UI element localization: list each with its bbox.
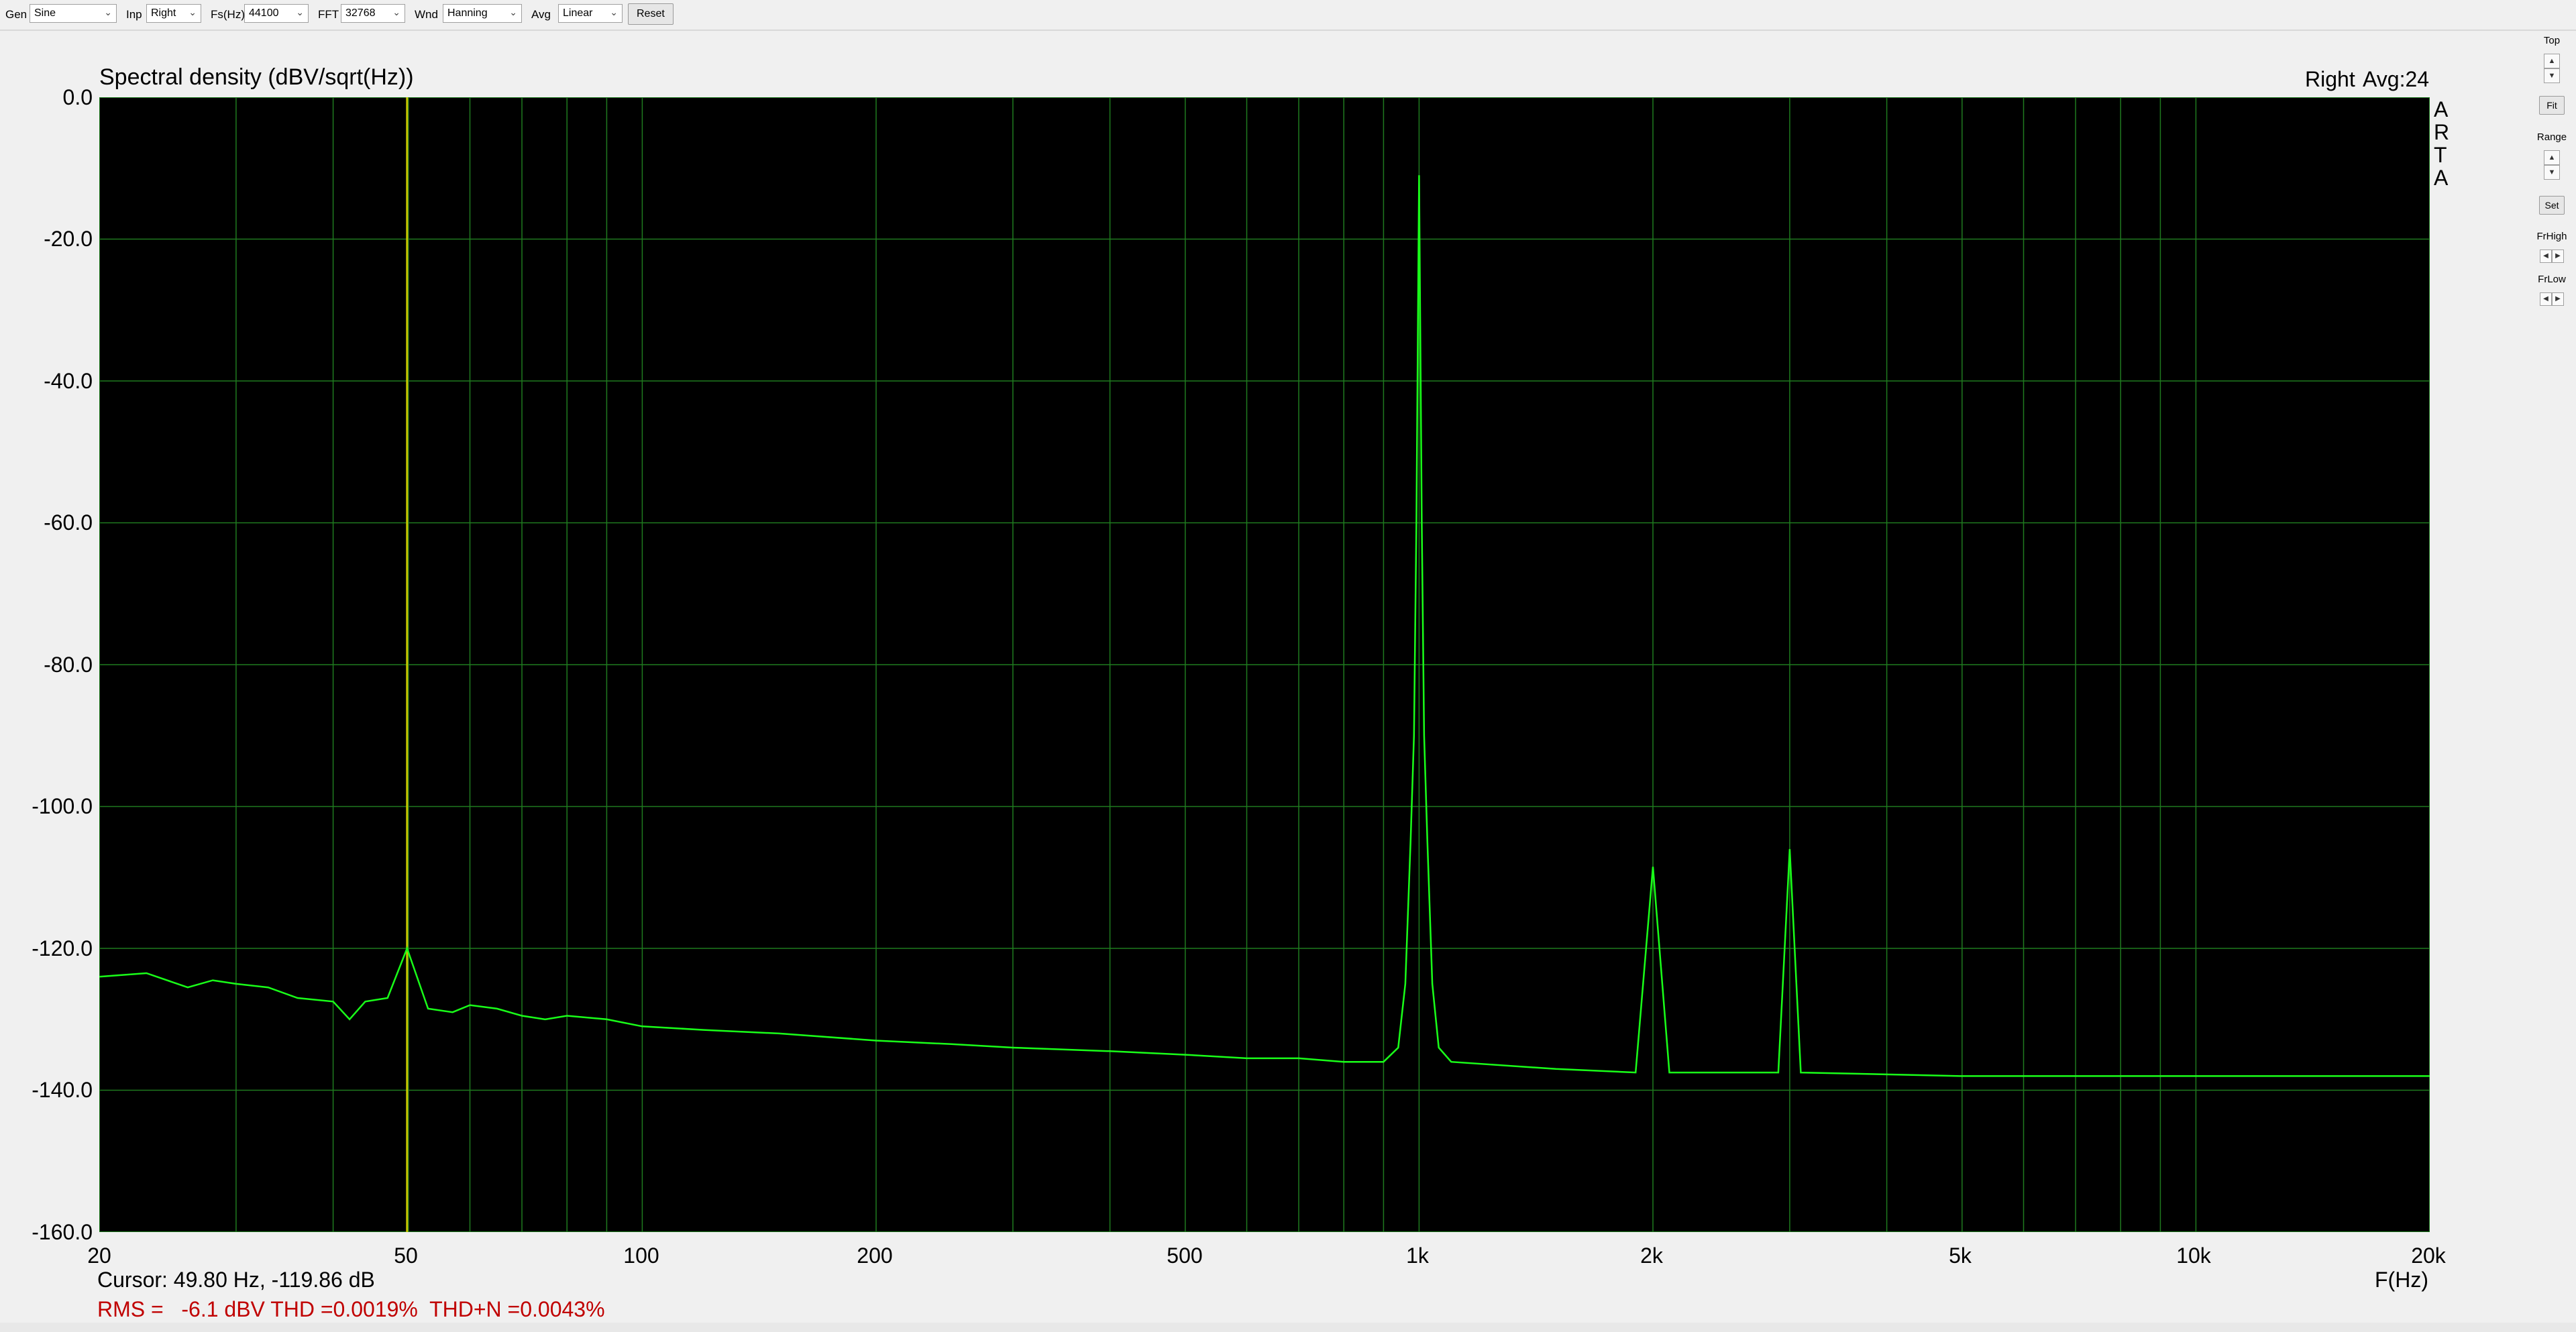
frlow-left-icon[interactable]: ◀ (2540, 292, 2552, 306)
fft-label: FFT (318, 8, 339, 21)
y-tick-label: 0.0 (62, 85, 93, 109)
y-tick-label: -120.0 (32, 936, 93, 960)
toolbar: Gen Sine ⌄ Inp Right ⌄ Fs(Hz) 44100 ⌄ FFT 3… (0, 0, 2576, 31)
gen-select-value: Sine (34, 7, 56, 19)
x-tick-label: 2k (1640, 1243, 1663, 1268)
x-axis-label: F(Hz) (2375, 1268, 2428, 1292)
wnd-select-value: Hanning (447, 7, 488, 19)
x-tick-label: 5k (1949, 1243, 1972, 1268)
right-panel: Top ▲ ▼ Fit Range ▲ ▼ Set FrHigh ◀ ▶ FrL… (2528, 30, 2576, 1304)
fs-label: Fs(Hz) (211, 8, 245, 21)
gen-label: Gen (5, 8, 28, 21)
x-tick-label: 10k (2176, 1243, 2211, 1268)
avg-count: Avg:24 (2363, 67, 2430, 91)
y-tick-label: -60.0 (44, 510, 93, 535)
inp-label: Inp (126, 8, 142, 21)
frhigh-label: FrHigh (2536, 231, 2567, 242)
range-label: Range (2536, 131, 2567, 143)
chevron-down-icon: ⌄ (296, 7, 304, 17)
x-tick-label: 50 (394, 1243, 418, 1268)
wnd-select[interactable]: Hanning ⌄ (443, 4, 522, 23)
fit-button[interactable]: Fit (2539, 96, 2565, 115)
chevron-down-icon: ⌄ (509, 7, 517, 17)
chevron-down-icon: ⌄ (189, 7, 197, 17)
status-bar (0, 1323, 2576, 1332)
chevron-down-icon: ⌄ (392, 7, 400, 17)
rms-thd-readout: RMS = -6.1 dBV THD =0.0019% THD+N =0.004… (97, 1297, 605, 1321)
frlow-label: FrLow (2538, 274, 2566, 285)
y-tick-label: -40.0 (44, 369, 93, 393)
x-tick-label: 1k (1406, 1243, 1429, 1268)
x-tick-label: 100 (623, 1243, 659, 1268)
x-tick-label: 200 (857, 1243, 893, 1268)
top-up-icon[interactable]: ▲ (2544, 54, 2560, 68)
channel-label: Right (2305, 67, 2355, 91)
wnd-label: Wnd (415, 8, 438, 21)
cursor-readout: Cursor: 49.80 Hz, -119.86 dB (97, 1268, 375, 1292)
frlow-right-icon[interactable]: ▶ (2552, 292, 2564, 306)
fft-select-value: 32768 (345, 7, 376, 19)
x-tick-label: 500 (1167, 1243, 1203, 1268)
inp-select-value: Right (151, 7, 176, 19)
gen-select[interactable]: Sine ⌄ (30, 4, 117, 23)
fs-select[interactable]: 44100 ⌄ (244, 4, 309, 23)
avg-select-value: Linear (563, 7, 593, 19)
chevron-down-icon: ⌄ (610, 7, 618, 17)
x-tick-label: 20 (87, 1243, 111, 1268)
set-button[interactable]: Set (2539, 196, 2565, 215)
top-label: Top (2543, 35, 2561, 46)
y-tick-label: -100.0 (32, 794, 93, 818)
chevron-down-icon: ⌄ (104, 7, 112, 17)
y-tick-label: -140.0 (32, 1078, 93, 1102)
fft-select[interactable]: 32768 ⌄ (341, 4, 405, 23)
y-tick-label: -160.0 (32, 1220, 93, 1244)
spectrum-plot[interactable] (99, 97, 2430, 1232)
x-tick-label: 20k (2411, 1243, 2446, 1268)
range-down-icon[interactable]: ▼ (2544, 165, 2560, 180)
frhigh-right-icon[interactable]: ▶ (2552, 249, 2564, 263)
avg-label: Avg (531, 8, 551, 21)
reset-button[interactable]: Reset (628, 3, 674, 25)
range-up-icon[interactable]: ▲ (2544, 150, 2560, 165)
arta-letter: A (2434, 97, 2449, 121)
inp-select[interactable]: Right ⌄ (146, 4, 201, 23)
graph-title: Spectral density (dBV/sqrt(Hz)) (99, 64, 414, 90)
top-down-icon[interactable]: ▼ (2544, 68, 2560, 83)
arta-letter: R (2434, 120, 2450, 144)
y-tick-label: -20.0 (44, 227, 93, 251)
y-tick-label: -80.0 (44, 653, 93, 677)
fs-select-value: 44100 (249, 7, 279, 19)
arta-letter: A (2434, 166, 2449, 190)
arta-letter: T (2434, 143, 2447, 167)
avg-select[interactable]: Linear ⌄ (558, 4, 623, 23)
frhigh-left-icon[interactable]: ◀ (2540, 249, 2552, 263)
